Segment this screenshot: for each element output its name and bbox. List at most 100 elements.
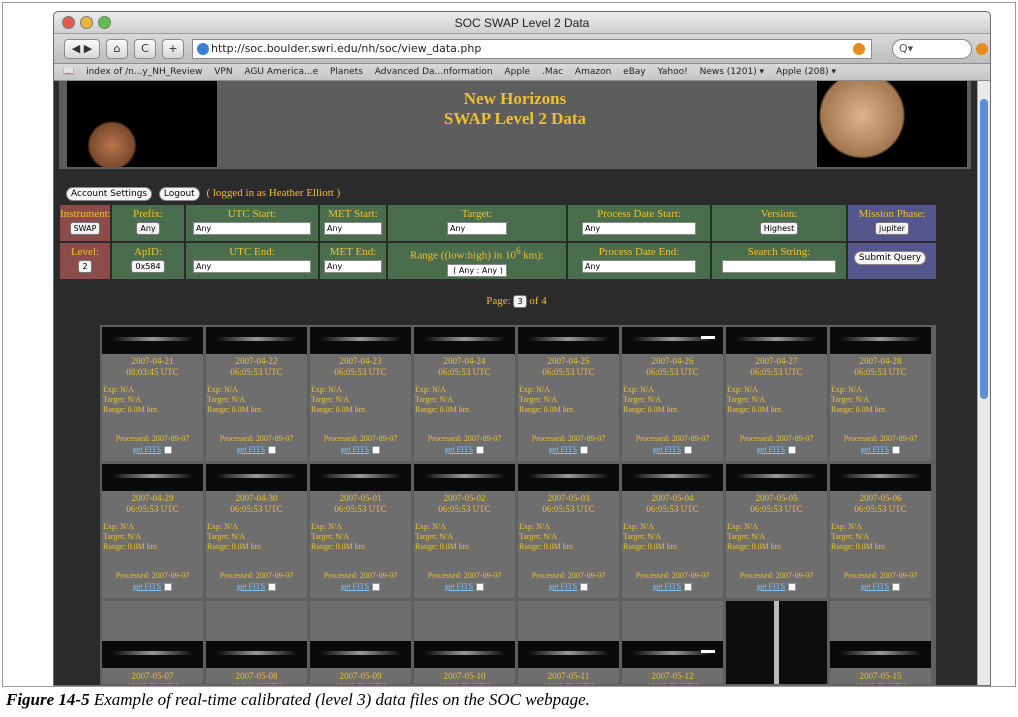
bookmarks-book-icon[interactable]: 📖 xyxy=(63,64,74,80)
get-fits-link[interactable]: get FITS xyxy=(445,445,473,454)
back-forward-button[interactable]: ◀ ▶ xyxy=(64,39,100,59)
select-checkbox[interactable] xyxy=(788,583,797,592)
logout-button[interactable]: Logout xyxy=(158,187,200,201)
spectrogram-thumbnail[interactable] xyxy=(622,464,723,491)
target-input[interactable]: Any xyxy=(447,222,507,235)
select-checkbox[interactable] xyxy=(684,446,693,455)
bookmark-item[interactable]: VPN xyxy=(214,64,232,80)
utc-start-input[interactable]: Any xyxy=(193,222,311,235)
get-fits-link[interactable]: get FITS xyxy=(757,582,785,591)
get-fits-link[interactable]: get FITS xyxy=(549,582,577,591)
get-fits-link[interactable]: get FITS xyxy=(237,582,265,591)
spectrogram-thumbnail[interactable] xyxy=(310,464,411,491)
prefix-select[interactable]: Any xyxy=(136,222,160,235)
get-fits-link[interactable]: get FITS xyxy=(861,445,889,454)
get-fits-link[interactable]: get FITS xyxy=(341,445,369,454)
select-checkbox[interactable] xyxy=(892,446,901,455)
get-fits-link[interactable]: get FITS xyxy=(237,445,265,454)
met-end-input[interactable]: Any xyxy=(324,260,382,273)
spectrogram-thumbnail[interactable] xyxy=(102,464,203,491)
select-checkbox[interactable] xyxy=(476,583,485,592)
range-input[interactable]: ( Any : Any ) xyxy=(447,263,507,277)
bookmark-item[interactable]: Yahoo! xyxy=(658,64,688,80)
get-fits-link[interactable]: get FITS xyxy=(133,582,161,591)
scroll-thumb[interactable] xyxy=(980,99,988,399)
spectrogram-thumbnail[interactable] xyxy=(518,641,619,668)
bookmark-item[interactable]: .Mac xyxy=(542,64,563,80)
process-end-input[interactable]: Any xyxy=(582,260,696,273)
spectrogram-thumbnail[interactable] xyxy=(726,464,827,491)
search-string-input[interactable] xyxy=(722,260,836,273)
card-info: Exp: N/A Target: N/A Range: 0.0M km xyxy=(623,385,677,414)
spectrogram-thumbnail[interactable] xyxy=(102,641,203,668)
utc-end-input[interactable]: Any xyxy=(193,260,311,273)
get-fits-link[interactable]: get FITS xyxy=(861,582,889,591)
get-fits-link[interactable]: get FITS xyxy=(445,582,473,591)
snapback-icon[interactable] xyxy=(976,43,988,55)
account-settings-button[interactable]: Account Settings xyxy=(66,187,153,201)
bookmark-item[interactable]: index of /n...y_NH_Review xyxy=(86,64,202,80)
get-fits-link[interactable]: get FITS xyxy=(133,445,161,454)
select-checkbox[interactable] xyxy=(788,446,797,455)
page-select[interactable]: 3 xyxy=(513,295,527,308)
spectrogram-thumbnail[interactable] xyxy=(518,327,619,354)
home-button[interactable]: ⌂ xyxy=(106,39,128,59)
search-input[interactable]: Q▾ xyxy=(892,39,972,59)
spectrogram-thumbnail[interactable] xyxy=(102,327,203,354)
process-start-input[interactable]: Any xyxy=(582,222,696,235)
bookmark-item[interactable]: News (1201) ▾ xyxy=(700,64,765,80)
select-checkbox[interactable] xyxy=(476,446,485,455)
spectrogram-thumbnail[interactable] xyxy=(414,641,515,668)
spectrogram-thumbnail[interactable] xyxy=(622,327,723,354)
select-checkbox[interactable] xyxy=(372,446,381,455)
get-fits-link[interactable]: get FITS xyxy=(653,582,681,591)
get-fits-link[interactable]: get FITS xyxy=(549,445,577,454)
rss-icon[interactable] xyxy=(853,43,865,55)
select-checkbox[interactable] xyxy=(372,583,381,592)
bookmark-item[interactable]: Apple xyxy=(504,64,530,80)
select-checkbox[interactable] xyxy=(268,446,277,455)
spectrogram-thumbnail[interactable] xyxy=(414,464,515,491)
select-checkbox[interactable] xyxy=(268,583,277,592)
met-start-input[interactable]: Any xyxy=(324,222,382,235)
spectrogram-thumbnail[interactable] xyxy=(518,464,619,491)
get-fits-link[interactable]: get FITS xyxy=(653,445,681,454)
reload-button[interactable]: C xyxy=(134,39,156,59)
version-select[interactable]: Highest xyxy=(759,222,799,235)
spectrogram-thumbnail[interactable] xyxy=(830,641,931,668)
spectrogram-thumbnail[interactable] xyxy=(310,327,411,354)
bookmark-item[interactable]: Amazon xyxy=(575,64,611,80)
bookmark-item[interactable]: Planets xyxy=(330,64,363,80)
mission-phase-select[interactable]: jupiter xyxy=(875,222,909,235)
card-datetime: 2007-05-02 06:05:53 UTC xyxy=(438,493,491,514)
submit-query-button[interactable]: Submit Query xyxy=(853,251,927,265)
level-select[interactable]: 2 xyxy=(78,260,92,273)
spectrogram-thumbnail[interactable] xyxy=(830,464,931,491)
instrument-select[interactable]: SWAP xyxy=(69,222,101,235)
spectrogram-thumbnail[interactable] xyxy=(830,327,931,354)
spectrogram-thumbnail[interactable] xyxy=(726,327,827,354)
spectrogram-thumbnail[interactable] xyxy=(414,327,515,354)
spectrogram-thumbnail[interactable] xyxy=(622,641,723,668)
spectrogram-thumbnail[interactable] xyxy=(206,464,307,491)
bookmark-item[interactable]: eBay xyxy=(623,64,646,80)
select-checkbox[interactable] xyxy=(164,446,173,455)
get-fits-link[interactable]: get FITS xyxy=(757,445,785,454)
bookmark-item[interactable]: Advanced Da...nformation xyxy=(375,64,493,80)
select-checkbox[interactable] xyxy=(580,583,589,592)
select-checkbox[interactable] xyxy=(164,583,173,592)
bookmark-item[interactable]: AGU America...e xyxy=(244,64,318,80)
add-bookmark-button[interactable]: + xyxy=(162,39,184,59)
card-datetime: 2007-05-06 06:05:53 UTC xyxy=(854,493,907,514)
select-checkbox[interactable] xyxy=(684,583,693,592)
spectrogram-thumbnail[interactable] xyxy=(206,327,307,354)
address-bar[interactable]: http://soc.boulder.swri.edu/nh/soc/view_… xyxy=(192,39,872,59)
spectrogram-thumbnail[interactable] xyxy=(310,641,411,668)
apid-select[interactable]: 0x584 xyxy=(131,260,165,273)
select-checkbox[interactable] xyxy=(892,583,901,592)
vertical-scrollbar[interactable] xyxy=(977,81,990,685)
spectrogram-thumbnail[interactable] xyxy=(206,641,307,668)
select-checkbox[interactable] xyxy=(580,446,589,455)
bookmark-item[interactable]: Apple (208) ▾ xyxy=(776,64,836,80)
get-fits-link[interactable]: get FITS xyxy=(341,582,369,591)
